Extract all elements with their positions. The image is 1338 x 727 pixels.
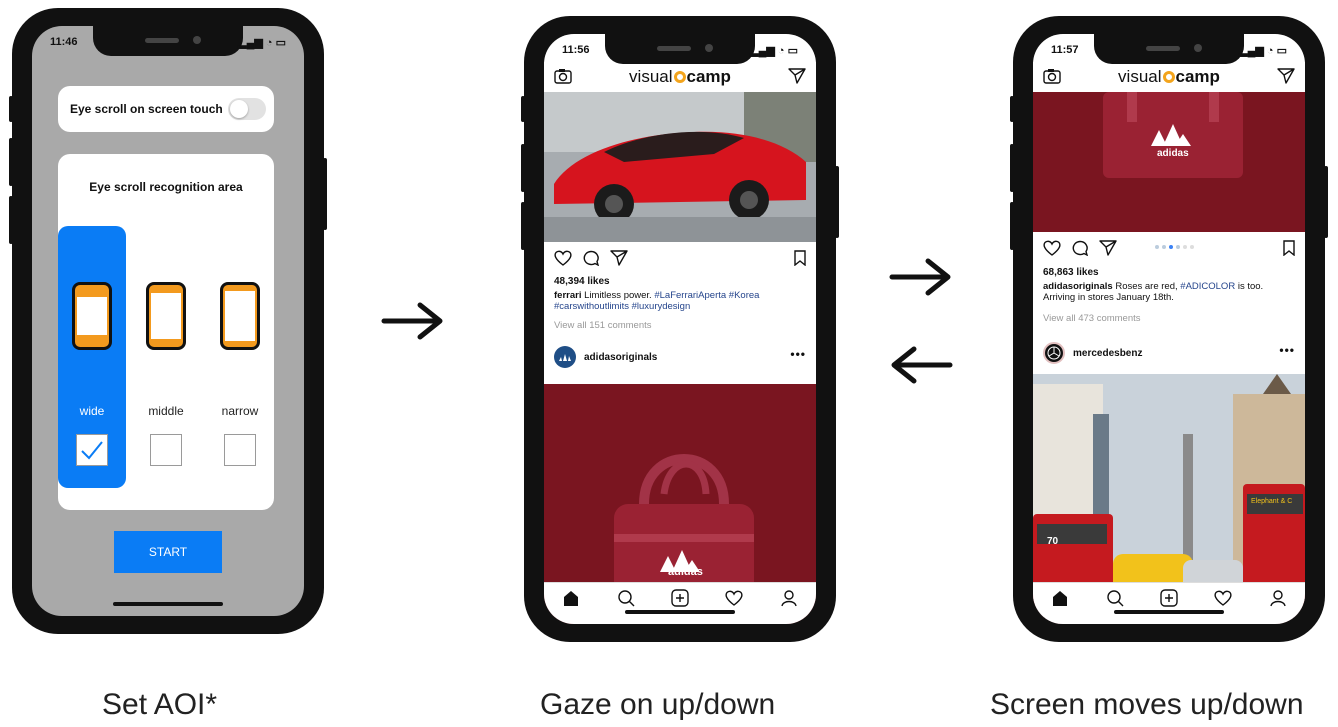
phone-wide-icon xyxy=(72,282,112,350)
status-icons: ▂▄▆ ◔ ▭ xyxy=(1239,45,1287,57)
brand-logo: visual camp xyxy=(1118,67,1220,86)
recognition-area-card: Eye scroll recognition area wide middle xyxy=(58,154,274,510)
add-post-icon[interactable] xyxy=(1160,589,1178,607)
post-actions xyxy=(1043,240,1295,260)
avatar[interactable] xyxy=(1043,342,1065,364)
search-icon[interactable] xyxy=(1106,589,1124,607)
phone-narrow-icon xyxy=(220,282,260,350)
comment-icon[interactable] xyxy=(1071,240,1089,256)
camera-icon[interactable] xyxy=(554,68,572,84)
eye-scroll-switch[interactable] xyxy=(228,98,266,120)
option-label-wide: wide xyxy=(79,404,105,418)
home-indicator xyxy=(113,602,223,606)
share-icon[interactable] xyxy=(1099,240,1117,256)
ferrari-post-image xyxy=(544,92,816,242)
activity-heart-icon[interactable] xyxy=(725,589,743,607)
view-comments-link[interactable]: View all 473 comments xyxy=(1043,313,1141,324)
status-time: 11:57 xyxy=(1051,44,1079,56)
option-label-narrow: narrow xyxy=(221,404,259,418)
heart-icon[interactable] xyxy=(554,250,572,266)
checkbox-narrow[interactable] xyxy=(224,434,256,466)
camera-icon[interactable] xyxy=(1043,68,1061,84)
direct-message-icon[interactable] xyxy=(1277,68,1295,84)
more-options-icon[interactable]: ••• xyxy=(1279,343,1295,357)
toggle-label: Eye scroll on screen touch xyxy=(70,102,223,116)
profile-icon[interactable] xyxy=(780,589,798,607)
bottom-nav xyxy=(1033,582,1305,624)
arrow-left-icon xyxy=(891,346,953,384)
carousel-dots xyxy=(1155,245,1194,249)
post-actions xyxy=(554,250,806,270)
profile-icon[interactable] xyxy=(1269,589,1287,607)
search-icon[interactable] xyxy=(617,589,635,607)
area-title: Eye scroll recognition area xyxy=(89,180,243,194)
option-wide[interactable]: wide xyxy=(58,226,126,488)
phone-aoi-setup: 11:46 ▂▄▆ ◔ ▭ Eye scroll on screen touch … xyxy=(9,8,327,634)
app-header: visual camp xyxy=(1033,62,1305,92)
direct-message-icon[interactable] xyxy=(788,68,806,84)
start-button[interactable]: START xyxy=(114,531,222,573)
comment-icon[interactable] xyxy=(582,250,600,266)
caption-gaze: Gaze on up/down xyxy=(540,688,776,721)
phone-gaze-feed: 11:56 ▂▄▆ ◔ ▭ visual camp 48,394 likes f… xyxy=(521,16,839,642)
heart-icon[interactable] xyxy=(1043,240,1061,256)
more-options-icon[interactable]: ••• xyxy=(790,347,806,361)
checkbox-wide[interactable] xyxy=(76,434,108,466)
product-brand-text: adidas xyxy=(1157,148,1189,159)
arrow-right-icon xyxy=(889,258,951,296)
post-header-adidas: adidasoriginals ••• xyxy=(554,344,806,370)
arrow-right-icon xyxy=(381,302,443,340)
post-username[interactable]: adidasoriginals xyxy=(584,352,657,363)
brand-logo: visual camp xyxy=(629,67,731,86)
option-narrow[interactable]: narrow xyxy=(206,226,274,488)
view-comments-link[interactable]: View all 151 comments xyxy=(554,320,652,331)
checkbox-middle[interactable] xyxy=(150,434,182,466)
caption-screen-moves: Screen moves up/down xyxy=(990,688,1304,721)
bookmark-icon[interactable] xyxy=(1283,240,1295,256)
home-icon[interactable] xyxy=(1051,589,1069,607)
status-icons: ▂▄▆ ◔ ▭ xyxy=(238,37,286,49)
status-time: 11:46 xyxy=(50,36,78,48)
option-middle[interactable]: middle xyxy=(132,226,200,488)
post-header-mercedes: mercedesbenz ••• xyxy=(1043,340,1295,366)
phone-scrolled-feed: 11:57 ▂▄▆ ◔ ▭ visual camp adidas 68,863 … xyxy=(1010,16,1328,642)
app-header: visual camp xyxy=(544,62,816,92)
avatar[interactable] xyxy=(554,346,576,368)
add-post-icon[interactable] xyxy=(671,589,689,607)
bus-destination-sign: Elephant & C xyxy=(1251,498,1293,505)
bus-route-number: 70 xyxy=(1047,536,1059,547)
caption-set-aoi: Set AOI* xyxy=(102,688,218,721)
option-label-middle: middle xyxy=(148,404,184,418)
phone-middle-icon xyxy=(146,282,186,350)
bottom-nav xyxy=(544,582,816,624)
likes-count: 68,863 likes xyxy=(1043,267,1099,278)
status-icons: ▂▄▆ ◔ ▭ xyxy=(750,45,798,57)
likes-count: 48,394 likes xyxy=(554,276,610,287)
bookmark-icon[interactable] xyxy=(794,250,806,266)
post-caption: ferrari Limitless power. #LaFerrariApert… xyxy=(554,290,760,312)
product-brand-text: adidas xyxy=(668,566,703,578)
post-username[interactable]: mercedesbenz xyxy=(1073,348,1142,359)
post-caption: adidasoriginals Roses are red, #ADICOLOR… xyxy=(1043,281,1264,303)
status-time: 11:56 xyxy=(562,44,590,56)
share-icon[interactable] xyxy=(610,250,628,266)
home-indicator xyxy=(1114,610,1224,614)
home-icon[interactable] xyxy=(562,589,580,607)
adidas-post-image: adidas xyxy=(1033,92,1305,232)
activity-heart-icon[interactable] xyxy=(1214,589,1232,607)
home-indicator xyxy=(625,610,735,614)
eye-scroll-toggle-card: Eye scroll on screen touch xyxy=(58,86,274,132)
